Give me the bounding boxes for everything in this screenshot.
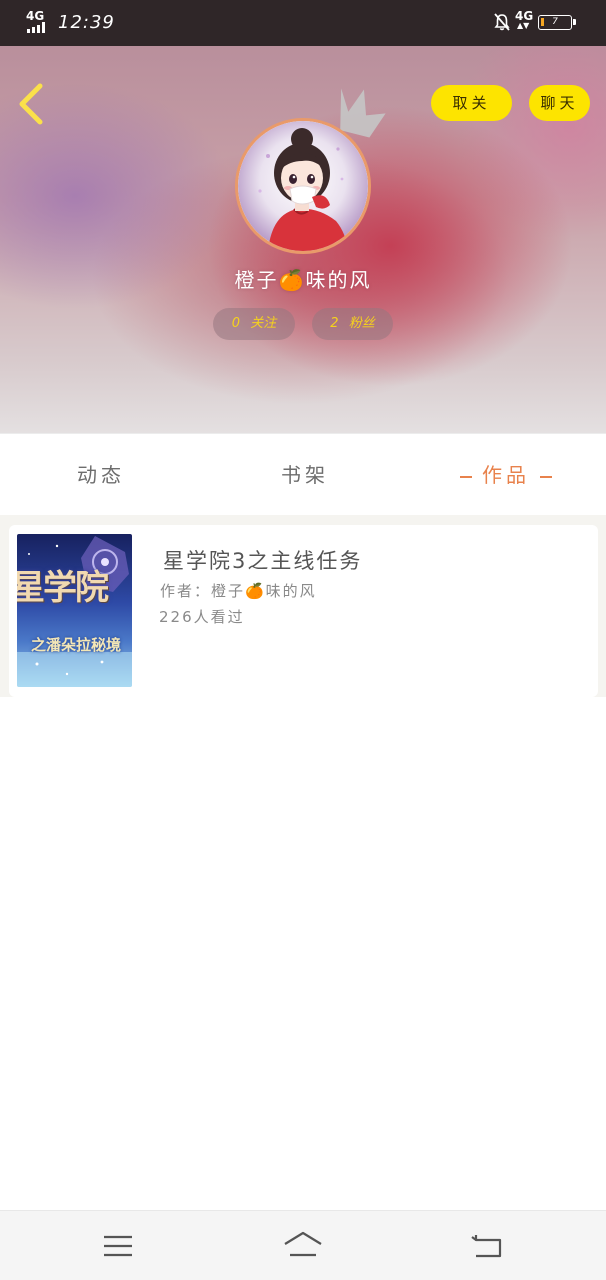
network-type: 4G [26, 9, 45, 23]
unfollow-button[interactable]: 取关 [431, 85, 512, 121]
tab-active-dash-right [540, 475, 552, 478]
works-list: 星学院 之潘朵拉秘境 星学院3之主线任务 作者：橙子🍊味的风 226人看过 [0, 515, 606, 697]
following-stat[interactable]: 0 关注 [213, 308, 295, 340]
following-label: 关注 [250, 316, 277, 331]
username: 橙子🍊味的风 [234, 268, 372, 292]
tab-works-label: 作品 [482, 463, 530, 487]
tab-dynamics[interactable]: 动态 [77, 460, 125, 490]
tab-active-dash-left [460, 475, 472, 478]
followers-count: 2 [330, 316, 339, 331]
tab-bookshelf[interactable]: 书架 [281, 460, 329, 490]
work-cover[interactable]: 星学院 之潘朵拉秘境 [17, 534, 132, 687]
work-views: 226人看过 [159, 608, 245, 626]
cover-title: 星学院 [17, 568, 109, 608]
profile-header: 取关 聊天 橙子🍊味的风 0 关注 2 粉丝 [0, 46, 606, 433]
followers-stat[interactable]: 2 粉丝 [312, 308, 393, 340]
menu-icon[interactable] [101, 1229, 135, 1263]
data-arrows-icon: ▲▼ [517, 21, 530, 30]
cover-background [17, 534, 132, 687]
home-icon[interactable] [282, 1229, 324, 1263]
work-title[interactable]: 星学院3之主线任务 [163, 545, 362, 575]
signal-icon [27, 22, 51, 33]
tab-works[interactable]: 作品 [450, 460, 562, 490]
profile-tabs: 动态 书架 作品 [0, 433, 606, 515]
followers-label: 粉丝 [348, 316, 375, 331]
system-nav-bar [0, 1210, 606, 1280]
work-author: 作者：橙子🍊味的风 [160, 582, 317, 600]
status-time: 12:39 [58, 12, 115, 33]
chevron-left-icon[interactable] [14, 80, 50, 128]
bell-muted-icon [494, 13, 510, 31]
avatar-illustration [238, 121, 368, 251]
battery-level: 7 [552, 17, 558, 27]
cover-subtitle: 之潘朵拉秘境 [31, 636, 122, 654]
following-count: 0 [231, 316, 241, 331]
return-icon[interactable] [470, 1229, 504, 1263]
avatar[interactable] [235, 118, 371, 254]
battery-icon: 7 [538, 15, 576, 30]
chat-button[interactable]: 聊天 [529, 85, 590, 121]
status-bar: 4G 12:39 4G ▲▼ 7 [0, 0, 606, 46]
work-card[interactable]: 星学院 之潘朵拉秘境 星学院3之主线任务 作者：橙子🍊味的风 226人看过 [9, 525, 598, 697]
